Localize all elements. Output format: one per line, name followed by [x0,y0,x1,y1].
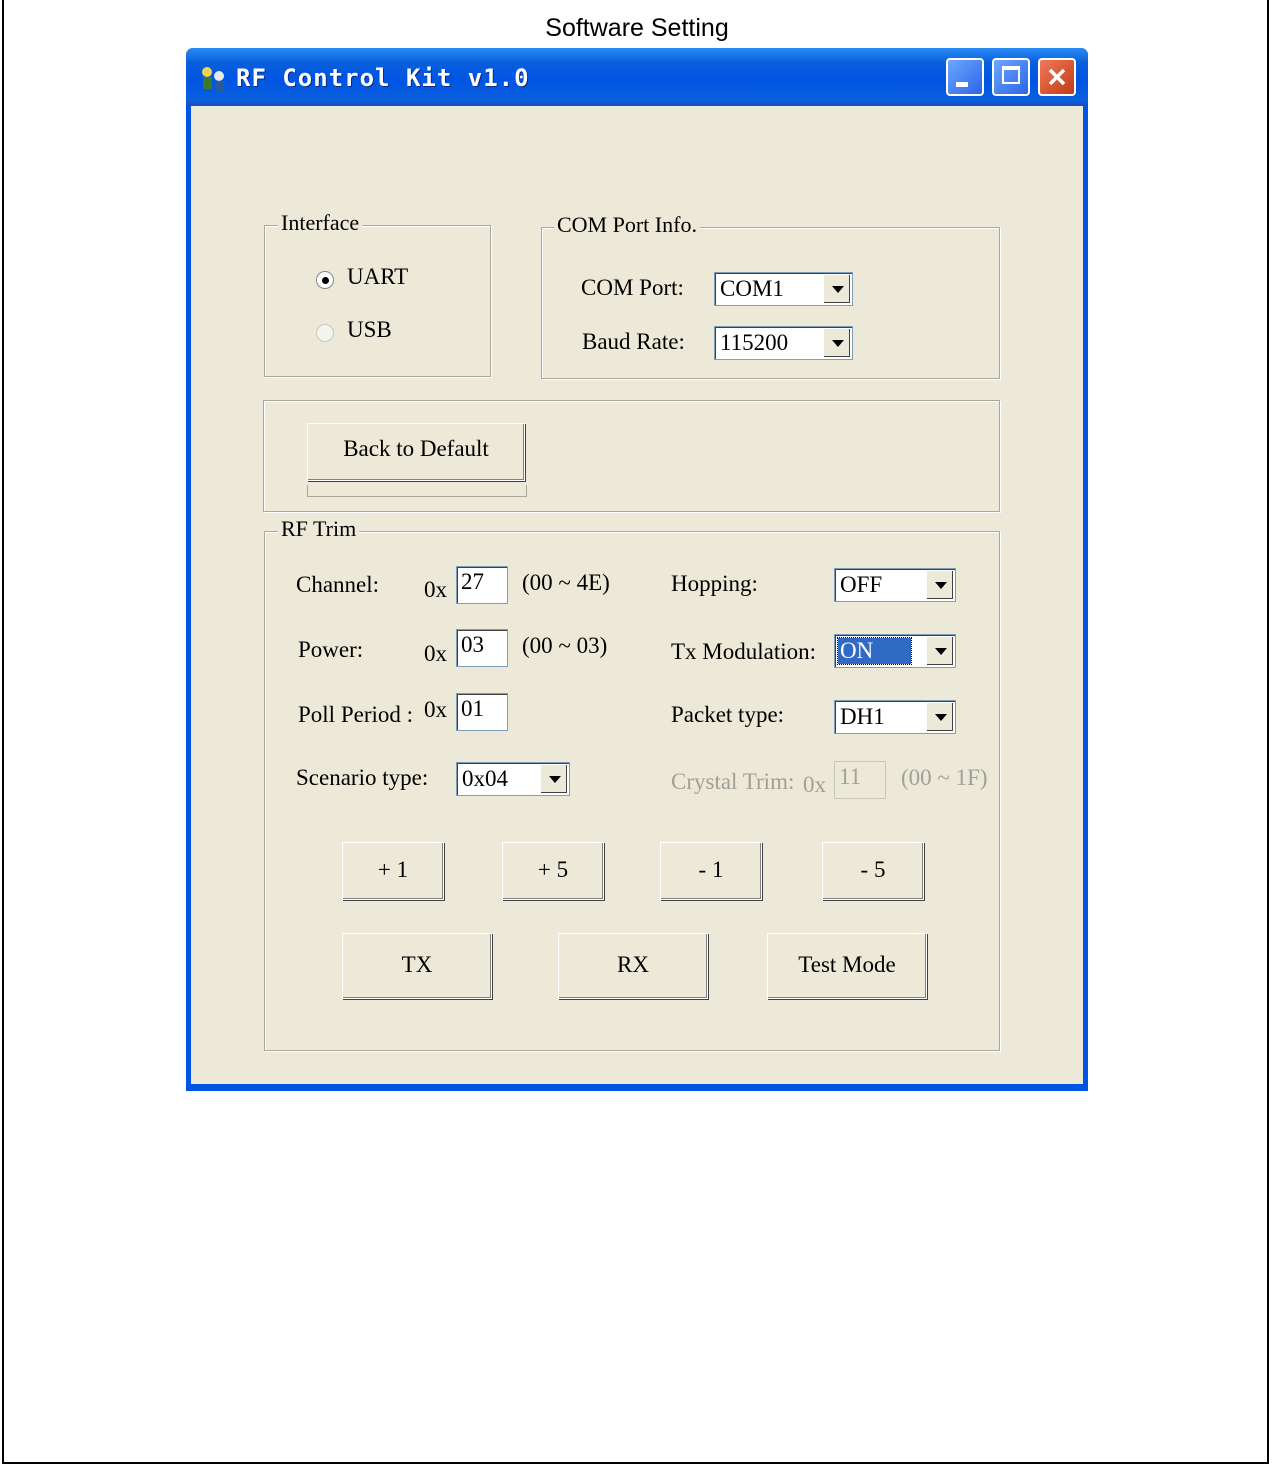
usb-radio[interactable] [316,324,334,342]
test-mode-label: Test Mode [798,952,896,977]
hopping-select[interactable]: OFF [834,568,956,602]
scenario-type-value: 0x04 [462,766,508,791]
rx-label: RX [617,952,649,977]
test-mode-button[interactable]: Test Mode [767,933,927,999]
uart-label[interactable]: UART [347,264,408,290]
rf-kit-icon [202,67,224,91]
maximize-button[interactable] [992,58,1030,96]
tx-modulation-value: ON [836,637,913,665]
close-icon [1048,68,1066,86]
com-port-select[interactable]: COM1 [714,272,853,306]
power-range: (00 ~ 03) [522,633,608,658]
app-window: RF Control Kit v1.0 Interface UART USB C… [186,48,1088,1091]
plus-1-button[interactable]: + 1 [342,842,444,900]
chevron-down-icon[interactable] [823,329,850,357]
tx-modulation-select[interactable]: ON [834,634,956,668]
rf-trim-group: RF Trim Channel: 0x 27 (00 ~ 4E) Power: … [264,516,1000,1051]
power-label: Power: [298,637,364,662]
hopping-label: Hopping: [671,571,758,596]
poll-period-prefix: 0x [424,697,447,722]
poll-period-label: Poll Period : [298,702,414,727]
scenario-type-label: Scenario type: [296,765,429,790]
tx-label: TX [401,952,433,977]
com-port-legend: COM Port Info. [554,212,700,238]
hopping-value: OFF [840,572,883,597]
button-underline [307,485,527,497]
power-prefix: 0x [424,641,447,666]
interface-legend: Interface [278,210,363,236]
crystal-trim-label: Crystal Trim: [671,769,795,794]
baud-rate-value: 115200 [720,330,789,355]
crystal-trim-input: 11 [834,761,886,799]
default-group: Back to Default [263,400,1000,512]
scenario-type-select[interactable]: 0x04 [456,762,570,796]
maximize-icon [1002,66,1020,84]
baud-rate-select[interactable]: 115200 [714,326,853,360]
title-bar[interactable]: RF Control Kit v1.0 [186,48,1088,106]
baud-rate-label: Baud Rate: [582,329,685,354]
minus-1-button[interactable]: - 1 [660,842,762,900]
channel-input[interactable]: 27 [456,566,508,604]
chevron-down-icon[interactable] [540,765,567,793]
crystal-trim-prefix: 0x [803,772,826,797]
plus-5-button[interactable]: + 5 [502,842,604,900]
com-port-value: COM1 [720,276,784,301]
packet-type-label: Packet type: [671,702,785,727]
tx-button[interactable]: TX [342,933,492,999]
com-port-group: COM Port Info. COM Port: COM1 Baud Rate:… [541,212,1000,379]
document-title: Software Setting [545,14,729,42]
dialog-client: Interface UART USB COM Port Info. COM Po… [191,106,1083,1084]
tx-modulation-label: Tx Modulation: [671,639,817,664]
channel-value: 27 [461,569,484,594]
power-input[interactable]: 03 [456,629,508,667]
channel-prefix: 0x [424,577,447,602]
crystal-trim-value: 11 [839,764,862,789]
uart-radio[interactable] [316,271,334,289]
com-port-label: COM Port: [581,275,684,300]
back-to-default-button[interactable]: Back to Default [307,423,525,481]
rx-button[interactable]: RX [558,933,708,999]
back-to-default-label: Back to Default [343,436,489,461]
poll-period-value: 01 [461,696,484,721]
packet-type-select[interactable]: DH1 [834,700,956,734]
chevron-down-icon[interactable] [823,275,850,303]
minimize-button[interactable] [946,58,984,96]
minus-5-button[interactable]: - 5 [822,842,924,900]
minus-5-label: - 5 [860,857,886,882]
radio-dot [322,277,329,284]
chevron-down-icon[interactable] [926,637,953,665]
close-button[interactable] [1038,58,1076,96]
plus-1-label: + 1 [377,857,409,882]
power-value: 03 [461,632,484,657]
window-title: RF Control Kit v1.0 [236,64,530,92]
usb-label[interactable]: USB [347,317,392,343]
packet-type-value: DH1 [840,704,885,729]
plus-5-label: + 5 [537,857,569,882]
poll-period-input[interactable]: 01 [456,693,508,731]
interface-group: Interface UART USB [264,210,491,377]
rf-trim-legend: RF Trim [278,516,360,542]
channel-label: Channel: [296,572,380,597]
chevron-down-icon[interactable] [926,571,953,599]
minimize-icon [956,82,968,87]
channel-range: (00 ~ 4E) [522,570,610,595]
minus-1-label: - 1 [698,857,724,882]
chevron-down-icon[interactable] [926,703,953,731]
crystal-trim-range: (00 ~ 1F) [901,765,988,790]
